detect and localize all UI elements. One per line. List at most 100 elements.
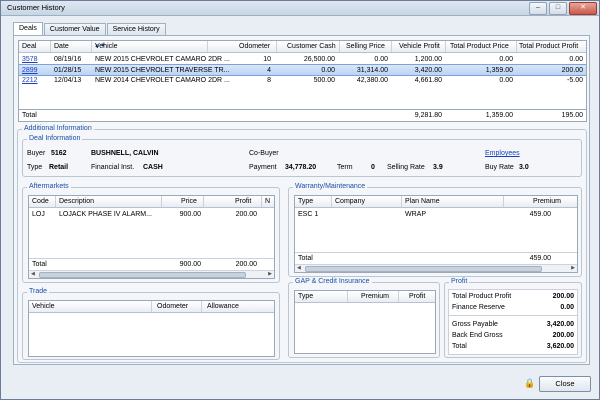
total-label: Total [298, 254, 313, 262]
scroll-thumb[interactable] [39, 272, 246, 278]
col-deal[interactable]: Deal [22, 43, 36, 50]
horizontal-scrollbar[interactable]: ◀ ▶ [295, 264, 577, 272]
cell-code: LOJ [32, 210, 45, 218]
additional-information-group: Additional Information Deal Information … [17, 125, 587, 363]
total-product-profit-label: Total Product Profit [452, 293, 512, 300]
finance-reserve-label: Finance Reserve [452, 304, 505, 311]
scroll-right-icon[interactable]: ▶ [268, 271, 272, 277]
col-date[interactable]: Date [54, 43, 69, 50]
gap-credit-title: GAP & Credit Insurance [293, 278, 372, 285]
totals-row: Total 459.00 [295, 252, 577, 263]
warranty-table[interactable]: Type Company Plan Name Premium ESC 1 WRA… [294, 195, 578, 273]
scroll-left-icon[interactable]: ◀ [297, 265, 301, 271]
deal-link[interactable]: 3578 [22, 56, 38, 63]
type-label: Type [27, 164, 43, 171]
title-bar: Customer History – □ ✕ [1, 1, 599, 16]
col-odometer[interactable]: Odometer [157, 303, 188, 310]
col-total-product-price[interactable]: Total Product Price [450, 43, 509, 50]
total-premium: 459.00 [529, 254, 551, 262]
cell-plan: WRAP [405, 210, 426, 218]
selling-rate-label: Selling Rate [387, 164, 425, 171]
deal-link[interactable]: 2899 [22, 67, 38, 74]
employees-link[interactable]: Employees [485, 150, 520, 157]
col-selling-price[interactable]: Selling Price [346, 43, 385, 50]
maximize-button[interactable]: □ [549, 2, 567, 15]
total-product-price: 1,359.00 [485, 111, 513, 119]
financial-inst-value: CASH [143, 164, 163, 171]
cell-date: 01/28/15 [54, 66, 82, 74]
col-code[interactable]: Code [32, 198, 49, 205]
trade-table[interactable]: Vehicle Odometer Allowance [28, 300, 275, 357]
buyer-label: Buyer [27, 150, 46, 157]
term-value: 0 [371, 164, 375, 171]
col-allowance[interactable]: Allowance [207, 303, 239, 310]
term-label: Term [337, 164, 353, 171]
profit-total-value: 3,620.00 [546, 343, 574, 350]
customer-history-window: Customer History – □ ✕ Deals Customer Va… [0, 0, 600, 400]
cell-product-price: 1,359.00 [485, 66, 513, 74]
close-button[interactable]: Close [539, 376, 591, 392]
table-row[interactable]: ESC 1 WRAP 459.00 [295, 209, 577, 219]
table-row[interactable]: 2212 12/04/13 NEW 2014 CHEVROLET CAMARO … [19, 75, 586, 85]
financial-inst-label: Financial Inst. [91, 164, 135, 171]
col-vehicle-profit[interactable]: Vehicle Profit [399, 43, 440, 50]
cell-price: 31,314.00 [356, 66, 388, 74]
cell-odometer: 10 [263, 55, 271, 63]
col-vehicle[interactable]: Vehicle [95, 43, 118, 50]
total-product-profit-value: 200.00 [552, 293, 574, 300]
buyer-name: BUSHNELL, CALVIN [91, 150, 159, 157]
table-row[interactable]: LOJ LOJACK PHASE IV ALARM... 900.00 200.… [29, 209, 274, 219]
scroll-thumb[interactable] [305, 266, 542, 272]
table-row[interactable]: 3578 08/19/16 NEW 2015 CHEVROLET CAMARO … [19, 54, 586, 64]
col-company[interactable]: Company [335, 198, 365, 205]
col-type[interactable]: Type [298, 293, 313, 300]
totals-row: Total 900.00 200.00 [29, 258, 274, 269]
col-customer-cash[interactable]: Customer Cash [287, 43, 336, 50]
col-plan-name[interactable]: Plan Name [405, 198, 440, 205]
cell-product-profit: 0.00 [569, 55, 583, 63]
minimize-button[interactable]: – [529, 2, 547, 15]
deals-table[interactable]: Deal Date ▲▼ Vehicle Odometer Customer C… [18, 40, 587, 122]
col-total-product-profit[interactable]: Total Product Profit [519, 43, 578, 50]
total-label: Total [32, 260, 47, 268]
cell-product-profit: 200.00 [561, 66, 583, 74]
profit-total-label: Total [452, 343, 467, 350]
buyer-id: 5162 [51, 150, 67, 157]
cell-price: 0.00 [374, 55, 388, 63]
type-value: Retail [49, 164, 69, 171]
scroll-right-icon[interactable]: ▶ [571, 265, 575, 271]
gap-credit-table[interactable]: Type Premium Profit [294, 290, 436, 354]
buy-rate-label: Buy Rate [485, 164, 514, 171]
col-description[interactable]: Description [59, 198, 94, 205]
col-premium[interactable]: Premium [533, 198, 561, 205]
col-type[interactable]: Type [298, 198, 313, 205]
profit-group: Profit Total Product Profit 200.00 Finan… [444, 278, 582, 358]
col-odometer[interactable]: Odometer [239, 43, 270, 50]
aftermarkets-table[interactable]: Code Description Price Profit N LOJ LOJA… [28, 195, 275, 279]
horizontal-scrollbar[interactable]: ◀ ▶ [29, 270, 274, 278]
cell-product-price: 0.00 [499, 76, 513, 84]
scroll-left-icon[interactable]: ◀ [31, 271, 35, 277]
warranty-title: Warranty/Maintenance [293, 183, 368, 190]
trade-group: Trade Vehicle Odometer Allowance [22, 288, 280, 360]
deal-information-group: Deal Information Buyer 5162 BUSHNELL, CA… [22, 135, 582, 177]
col-profit[interactable]: Profit [409, 293, 425, 300]
total-product-profit: 195.00 [561, 111, 583, 119]
cell-price: 42,380.00 [356, 76, 388, 84]
close-window-button[interactable]: ✕ [569, 2, 597, 15]
tab-service-history[interactable]: Service History [106, 23, 166, 35]
tab-customer-value[interactable]: Customer Value [43, 23, 106, 35]
col-n[interactable]: N [265, 198, 270, 205]
cell-odometer: 8 [267, 76, 271, 84]
col-price[interactable]: Price [181, 198, 197, 205]
col-premium[interactable]: Premium [361, 293, 389, 300]
deal-information-title: Deal Information [27, 135, 83, 142]
aftermarkets-title: Aftermarkets [27, 183, 71, 190]
tab-deals[interactable]: Deals [13, 22, 43, 35]
finance-reserve-value: 0.00 [560, 304, 574, 311]
col-vehicle[interactable]: Vehicle [32, 303, 55, 310]
deal-link[interactable]: 2212 [22, 77, 38, 84]
col-profit[interactable]: Profit [235, 198, 251, 205]
cell-cash: 26,500.00 [303, 55, 335, 63]
tab-strip: Deals Customer Value Service History [13, 22, 167, 35]
